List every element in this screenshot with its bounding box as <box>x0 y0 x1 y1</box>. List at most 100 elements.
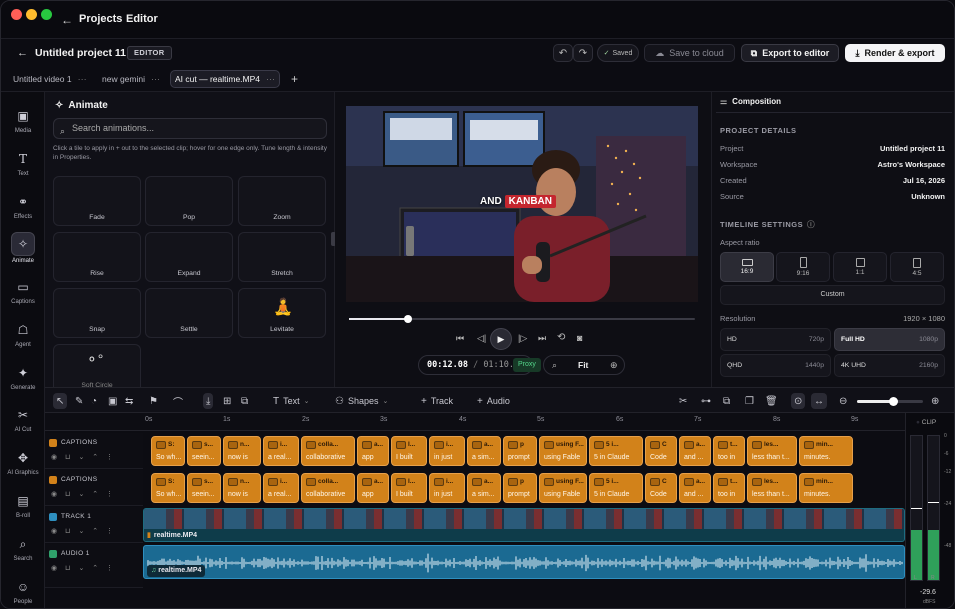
add-text-button[interactable]: T Text ⌄ <box>273 393 310 409</box>
magnet-icon[interactable]: ⊙ <box>791 393 806 409</box>
rail-ai-graphics[interactable]: ✥ AI Graphics <box>1 448 45 488</box>
caption-clip[interactable]: n... now is <box>223 436 261 466</box>
skip-end-icon[interactable]: ⏭ <box>538 333 546 344</box>
redo-icon[interactable]: ↷ <box>573 44 593 62</box>
rail-broll[interactable]: ▤ B-roll <box>1 491 45 531</box>
skip-start-icon[interactable]: ⏮ <box>456 333 464 344</box>
scrubber-handle[interactable] <box>403 315 412 323</box>
trim-icon[interactable]: ⊶ <box>701 393 711 409</box>
loop-icon[interactable]: ⟲ <box>557 332 565 343</box>
more-icon[interactable]: ··· <box>78 74 87 84</box>
aspect-9-16[interactable]: 9:16 <box>776 252 830 282</box>
track-header-captions-2[interactable]: CAPTIONS ◉ ⊔ ⌄ ⌃ ⋮ <box>45 470 143 506</box>
caption-clip[interactable]: min... minutes. <box>799 473 853 503</box>
export-to-editor-button[interactable]: ⧉ Export to editor <box>741 44 839 62</box>
render-export-button[interactable]: ⤓ Render & export <box>845 44 945 62</box>
timeline-zoom-slider[interactable] <box>857 397 923 406</box>
back-arrow-icon[interactable]: ← <box>61 13 73 27</box>
nav-editor[interactable]: Editor <box>126 13 158 25</box>
zoom-in-icon[interactable]: ⊕ <box>931 393 939 409</box>
pen-tool-icon[interactable]: ✎ <box>75 393 83 409</box>
custom-aspect-button[interactable]: Custom <box>720 285 945 305</box>
rail-search[interactable]: ⌕ Search <box>1 534 45 574</box>
caption-clip[interactable]: using F... using Fable <box>539 436 587 466</box>
rail-animate[interactable]: ✧ Animate <box>1 232 45 272</box>
rail-agent[interactable]: ☖ Agent <box>1 320 45 360</box>
resolution-qhd[interactable]: QHD 1440p <box>720 354 831 377</box>
back-arrow-icon[interactable]: ← <box>17 47 28 59</box>
caption-clip[interactable]: a... and ... <box>679 473 711 503</box>
add-audio-button[interactable]: + Audio <box>477 393 510 409</box>
caption-clip[interactable]: a... and ... <box>679 436 711 466</box>
resolution-full-hd[interactable]: Full HD 1080p <box>834 328 945 351</box>
track-controls-icon[interactable]: ◉ ⊔ ⌄ ⌃ ⋮ <box>51 490 116 498</box>
select-tool-icon[interactable]: ↖ <box>53 393 68 409</box>
resolution-hd[interactable]: HD 720p <box>720 328 831 351</box>
track-controls-icon[interactable]: ◉ ⊔ ⌄ ⌃ ⋮ <box>51 564 116 572</box>
caption-clip[interactable]: using F... using Fable <box>539 473 587 503</box>
step-forward-icon[interactable]: |▷ <box>518 333 527 344</box>
rail-effects[interactable]: ⚭ Effects <box>1 192 45 232</box>
aspect-16-9[interactable]: 16:9 <box>720 252 774 282</box>
step-back-icon[interactable]: ◁| <box>477 333 486 344</box>
caption-clip[interactable]: i... a real... <box>263 436 299 466</box>
tile-zoom[interactable]: Zoom <box>238 176 326 226</box>
copy-icon[interactable]: ⧉ <box>723 393 730 409</box>
tile-soft-circle[interactable]: ⚬° Soft Circle <box>53 344 141 389</box>
speed-tool-icon[interactable]: ◔ <box>91 393 97 409</box>
resolution-4k[interactable]: 4K UHD 2160p <box>834 354 945 377</box>
save-to-cloud-button[interactable]: ☁ Save to cloud <box>644 44 735 62</box>
more-icon[interactable]: ··· <box>151 74 160 84</box>
track-controls-icon[interactable]: ◉ ⊔ ⌄ ⌃ ⋮ <box>51 453 116 461</box>
video-frame[interactable]: AND KANBAN <box>346 106 698 302</box>
playback-scrubber[interactable] <box>349 315 695 323</box>
audio-clip[interactable]: ♫ realtime.MP4 <box>143 545 905 579</box>
caption-clip[interactable]: colla... collaborative <box>301 473 355 503</box>
caption-clip[interactable]: s... seein... <box>187 473 221 503</box>
caption-clip[interactable]: n... now is <box>223 473 261 503</box>
caption-clip[interactable]: a... a sim... <box>467 473 501 503</box>
tile-fade[interactable]: Fade <box>53 176 141 226</box>
crop-tool-icon[interactable]: ▣ <box>108 393 117 409</box>
caption-clip[interactable]: i... in just <box>429 473 465 503</box>
duplicate-icon[interactable]: ❐ <box>745 393 754 409</box>
track-controls-icon[interactable]: ◉ ⊔ ⌄ ⌃ ⋮ <box>51 527 116 535</box>
tile-pop[interactable]: Pop <box>145 176 233 226</box>
caption-clip[interactable]: les... less than t... <box>747 473 797 503</box>
tile-levitate[interactable]: 🧘 Levitate <box>238 288 326 338</box>
tile-rise[interactable]: Rise <box>53 232 141 282</box>
timeline-ruler[interactable]: 0s 1s 2s 3s 4s 5s 6s 7s 8s 9s <box>143 413 905 431</box>
tile-stretch[interactable]: Stretch <box>238 232 326 282</box>
zoom-slider-handle[interactable] <box>889 397 899 406</box>
add-shapes-button[interactable]: ⚇ Shapes ⌄ <box>335 393 388 409</box>
caption-clip[interactable]: l... I built <box>391 436 427 466</box>
track-header-video[interactable]: TRACK 1 ◉ ⊔ ⌄ ⌃ ⋮ <box>45 507 143 543</box>
track-header-captions-1[interactable]: CAPTIONS ◉ ⊔ ⌄ ⌃ ⋮ <box>45 433 143 469</box>
caption-clip[interactable]: t... too in <box>713 436 745 466</box>
caption-clip[interactable]: C Code <box>645 436 677 466</box>
project-title[interactable]: Untitled project 11 <box>35 47 126 59</box>
aspect-4-5[interactable]: 4:5 <box>890 252 944 282</box>
rail-generate[interactable]: ✦ Generate <box>1 363 45 403</box>
caption-clip[interactable]: a... app <box>357 436 389 466</box>
close-window-button[interactable] <box>11 9 22 20</box>
rail-people[interactable]: ☺ People <box>1 577 45 608</box>
camera-icon[interactable]: ◙ <box>577 333 582 343</box>
zoom-out-icon[interactable]: ⊖ <box>839 393 847 409</box>
video-clip[interactable]: ▮ realtime.MP4 <box>143 508 905 542</box>
caption-clip[interactable]: p prompt <box>503 436 537 466</box>
curve-tool-icon[interactable]: ⌒ <box>173 393 183 409</box>
proxy-badge[interactable]: Proxy <box>513 358 541 372</box>
group-icon[interactable]: ⧉ <box>241 393 248 409</box>
animation-search-input[interactable]: ⌕ Search animations... <box>53 118 327 139</box>
tile-snap[interactable]: Snap <box>53 288 141 338</box>
scissors-icon[interactable]: ✂ <box>679 393 687 409</box>
more-icon[interactable]: ··· <box>266 74 275 84</box>
caption-clip[interactable]: S: So wh... <box>151 436 185 466</box>
caption-clip[interactable]: colla... collaborative <box>301 436 355 466</box>
rail-media[interactable]: ▣ Media <box>1 106 45 146</box>
snap-down-icon[interactable]: ⤓ <box>203 393 214 409</box>
tile-settle[interactable]: Settle <box>145 288 233 338</box>
caption-clip[interactable]: C Code <box>645 473 677 503</box>
delete-icon[interactable]: 🗑 <box>765 393 778 409</box>
